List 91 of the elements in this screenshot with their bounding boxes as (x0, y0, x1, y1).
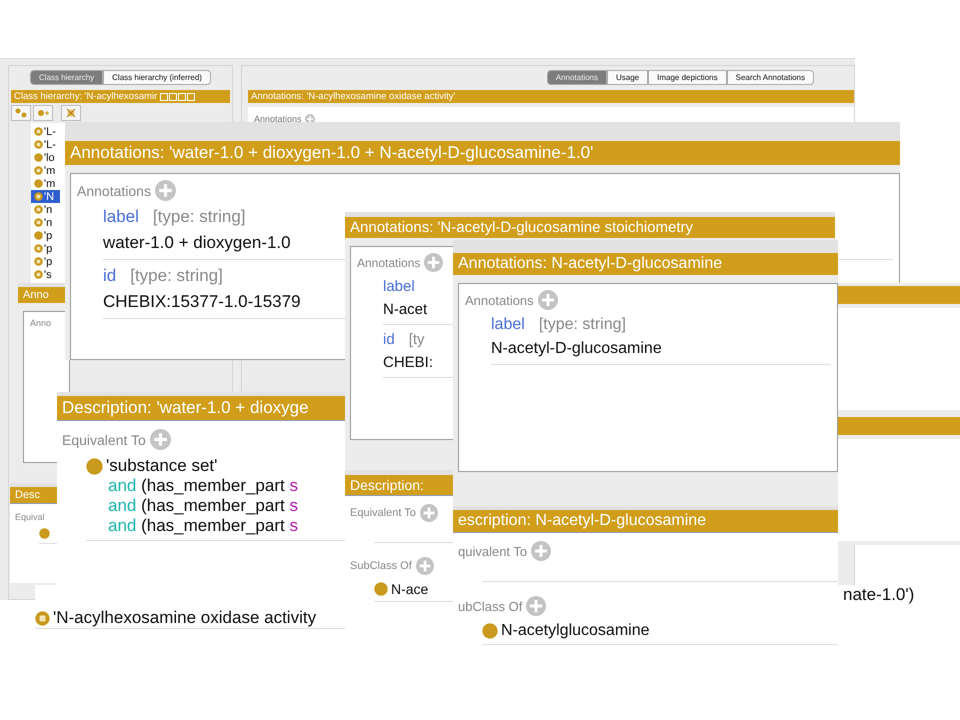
defined-class-icon (34, 192, 43, 201)
defined-class-icon (34, 140, 43, 149)
defined-class-icon (34, 257, 43, 266)
add-icon[interactable] (526, 596, 546, 616)
add-icon[interactable] (424, 253, 444, 272)
class-plus-icon (37, 108, 49, 118)
class-icon (34, 179, 43, 188)
tree-item[interactable]: 'n (31, 216, 60, 229)
class-name: 'substance set' (106, 456, 218, 476)
add-icon[interactable] (538, 290, 558, 310)
section-label: Annotations (465, 292, 534, 308)
tree-item[interactable]: 'p (31, 229, 60, 242)
class-name: 'N-acylhexosamine oxidase activity (53, 608, 316, 628)
tree-item[interactable]: 'L- (31, 125, 60, 138)
tree-item[interactable]: 'm (31, 177, 60, 190)
defined-class-icon (34, 127, 43, 136)
panel-header: Annotations: 'water-1.0 + dioxygen-1.0 + N-acetyl-D-glucosamine-1.0' (65, 141, 900, 165)
property-type: [ty (408, 331, 425, 348)
defined-class-icon (35, 610, 50, 626)
property-type: [type: string] (152, 207, 246, 227)
tree-item[interactable]: 'p (31, 255, 60, 268)
property-value: CHEBI: (383, 354, 434, 371)
section-label: Equivalent To (62, 432, 146, 448)
panel-header: escription: N-acetyl-D-glucosamine (453, 510, 838, 532)
tree-item[interactable]: 'N (31, 190, 60, 203)
property-value: water-1.0 + dioxygen-1.0 (103, 233, 291, 253)
defined-class-icon (34, 218, 43, 227)
panel-header: Annotations: 'N-acylhexosamine oxidase activity' (248, 90, 854, 103)
section-label: ubClass Of (458, 598, 522, 614)
view-tab[interactable]: Image depictions (648, 70, 727, 85)
defined-class-icon (34, 166, 43, 175)
panel-header: Description: (345, 475, 453, 495)
class-icon (86, 458, 103, 474)
class-icon (34, 231, 43, 240)
section-label: quivalent To (458, 544, 528, 558)
add-icon[interactable] (154, 180, 176, 201)
view-tab[interactable]: Class hierarchy (30, 70, 104, 85)
view-tab[interactable]: Annotations (546, 70, 607, 85)
section-label: Annotations (254, 114, 302, 124)
property-name: label (491, 316, 525, 334)
class-expression: and (has_member_part s (107, 476, 299, 496)
property-value: CHEBIX:15377-1.0-15379 (103, 292, 301, 312)
add-icon[interactable] (416, 557, 434, 575)
class-name: N-ace (391, 581, 428, 597)
class-icon (39, 528, 50, 539)
defined-class-icon (34, 205, 43, 214)
class-name: N-acetylglucosamine (501, 622, 650, 640)
delete-icon (65, 108, 77, 118)
add-icon[interactable] (150, 429, 171, 450)
tree-item[interactable]: 'lo (31, 151, 60, 164)
add-icon[interactable] (531, 541, 552, 561)
classes-icon (15, 108, 27, 118)
panel-header: Annotations: N-acetyl-D-glucosamine (453, 253, 838, 275)
class-expression: and (has_member_part s (107, 516, 299, 536)
panel-header: Class hierarchy: 'N-acylhexosamir (11, 90, 230, 103)
defined-class-icon (34, 244, 43, 253)
class-icon (374, 582, 388, 596)
section-label: SubClass Of (350, 560, 412, 572)
property-type: [type: string] (130, 266, 223, 286)
view-controls-icon[interactable] (160, 92, 196, 100)
property-name: id (383, 331, 395, 348)
property-value: N-acet (383, 301, 428, 318)
defined-class-icon (34, 270, 43, 279)
tree-item[interactable]: 'L- (31, 138, 60, 151)
delete-class-button[interactable] (61, 105, 81, 121)
view-tab[interactable]: Class hierarchy (inferred) (103, 70, 211, 85)
add-subclass-button[interactable] (11, 105, 31, 121)
section-label: Anno (30, 318, 52, 328)
property-name: id (103, 266, 116, 286)
class-expression: nate-1.0') (843, 585, 914, 605)
class-expression: and (has_member_part s (107, 496, 299, 516)
property-type: [type: string] (538, 316, 626, 334)
tree-item[interactable]: 'm (31, 164, 60, 177)
tree-item[interactable]: 's (31, 268, 60, 281)
property-name: label (383, 278, 415, 295)
view-tab[interactable]: Search Annotations (726, 70, 814, 85)
tree-item[interactable]: 'p (31, 242, 60, 255)
tree-item[interactable]: 'n (31, 203, 60, 216)
add-sibling-button[interactable] (33, 105, 53, 121)
add-icon[interactable] (420, 504, 438, 522)
property-name: label (103, 207, 139, 227)
section-label: Equival (15, 512, 45, 522)
panel-header: Description: 'water-1.0 + dioxyge (57, 396, 345, 420)
class-icon (34, 153, 43, 162)
property-value: N-acetyl-D-glucosamine (491, 340, 662, 358)
section-label: Equivalent To (350, 507, 416, 519)
view-tab[interactable]: Usage (607, 70, 648, 85)
class-icon (482, 623, 498, 639)
section-label: Annotations (77, 182, 151, 198)
section-label: Annotations (357, 256, 420, 270)
panel-header: Annotations: 'N-acetyl-D-glucosamine stoichiometry (345, 217, 835, 238)
